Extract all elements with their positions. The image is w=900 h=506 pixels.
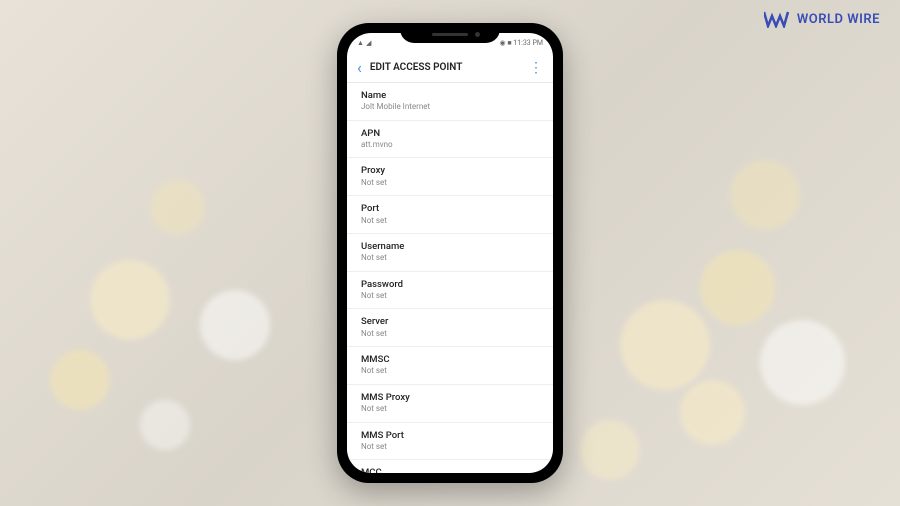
setting-mms-proxy[interactable]: MMS Proxy Not set [347,385,553,423]
setting-value: Not set [361,178,539,188]
setting-mms-port[interactable]: MMS Port Not set [347,423,553,461]
setting-name[interactable]: Name Jolt Mobile Internet [347,83,553,121]
setting-value: Not set [361,442,539,452]
setting-value: Not set [361,216,539,226]
setting-label: APN [361,128,539,140]
setting-mmsc[interactable]: MMSC Not set [347,347,553,385]
setting-value: Not set [361,253,539,263]
back-button[interactable]: ‹ [357,58,362,77]
setting-label: MMS Port [361,430,539,442]
setting-mcc[interactable]: MCC (Keep default) [347,460,553,473]
setting-label: Server [361,316,539,328]
setting-label: Password [361,279,539,291]
setting-value: Not set [361,291,539,301]
setting-value: Not set [361,329,539,339]
setting-password[interactable]: Password Not set [347,272,553,310]
header-title: EDIT ACCESS POINT [370,62,529,73]
setting-value: att.mvno [361,140,539,150]
status-left: ▲ ◢ [357,39,371,47]
settings-list[interactable]: Name Jolt Mobile Internet APN att.mvno P… [347,83,553,473]
setting-port[interactable]: Port Not set [347,196,553,234]
setting-apn[interactable]: APN att.mvno [347,121,553,159]
setting-label: MMS Proxy [361,392,539,404]
signal-icon: ▲ [357,39,364,47]
brand-text: WORLD WIRE [797,12,880,27]
setting-label: Port [361,203,539,215]
setting-value: Not set [361,404,539,414]
phone-screen: ▲ ◢ ◉ ■ 11:33 PM ‹ EDIT ACCESS POINT ⋮ N… [347,33,553,473]
setting-label: Proxy [361,165,539,177]
brand-logo: WORLD WIRE [764,10,880,28]
status-right: ◉ ■ 11:33 PM [499,39,543,47]
app-header: ‹ EDIT ACCESS POINT ⋮ [347,53,553,83]
setting-server[interactable]: Server Not set [347,309,553,347]
setting-value: Not set [361,366,539,376]
status-indicators: ◉ ■ 11:33 PM [499,39,543,47]
brand-icon [764,10,792,28]
setting-value: Jolt Mobile Internet [361,102,539,112]
network-icon: ◢ [366,39,371,47]
setting-proxy[interactable]: Proxy Not set [347,158,553,196]
setting-label: MCC [361,467,539,473]
more-options-button[interactable]: ⋮ [529,60,543,76]
phone-frame: ▲ ◢ ◉ ■ 11:33 PM ‹ EDIT ACCESS POINT ⋮ N… [337,23,563,483]
phone-notch [400,23,500,43]
setting-label: MMSC [361,354,539,366]
setting-username[interactable]: Username Not set [347,234,553,272]
setting-label: Username [361,241,539,253]
setting-label: Name [361,90,539,102]
